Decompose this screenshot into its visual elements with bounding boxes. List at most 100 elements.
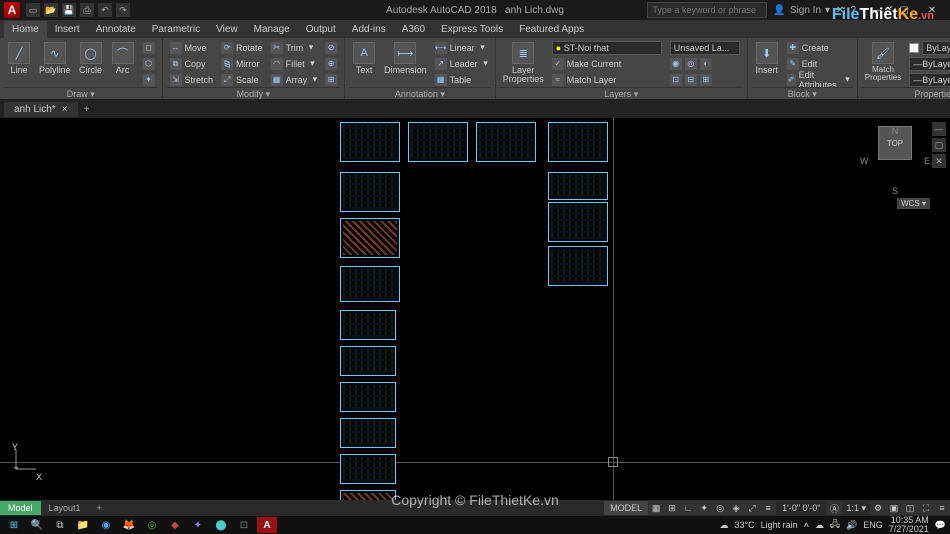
customize-button[interactable]: ≡ xyxy=(934,501,950,515)
app-menu-button[interactable]: A xyxy=(4,2,20,18)
close-button[interactable]: ✕ xyxy=(918,1,946,19)
osnap-toggle[interactable]: ◎ xyxy=(712,501,728,515)
tab-addins[interactable]: Add-ins xyxy=(344,21,394,38)
tray-network-icon[interactable]: 🖧 xyxy=(830,517,840,533)
weather-icon[interactable]: ☁ xyxy=(720,520,729,531)
drawing-sheet[interactable] xyxy=(340,172,400,212)
text-button[interactable]: AText xyxy=(349,40,379,77)
model-tab[interactable]: Model xyxy=(0,501,41,515)
layer-state[interactable]: Unsaved La... xyxy=(667,40,743,55)
grid-toggle[interactable]: ▦ xyxy=(648,501,664,515)
isolate-toggle[interactable]: ◫ xyxy=(902,501,918,515)
save-icon[interactable]: 💾 xyxy=(62,3,76,17)
leader-button[interactable]: ↗Leader ▾ xyxy=(432,56,491,71)
ortho-toggle[interactable]: ∟ xyxy=(680,501,696,515)
draw-ext3[interactable]: ✦ xyxy=(140,72,158,87)
tab-a360[interactable]: A360 xyxy=(394,21,433,38)
drawing-sheet[interactable] xyxy=(340,418,396,448)
annotation-toggle[interactable]: Ⓐ xyxy=(826,501,842,515)
canvas-maximize-icon[interactable]: ▢ xyxy=(932,138,946,152)
stretch-button[interactable]: ⇲Stretch xyxy=(167,72,217,87)
panel-properties-title[interactable]: Properties ▾ xyxy=(862,87,950,101)
drawing-sheet[interactable] xyxy=(340,310,396,340)
tray-chevron-icon[interactable]: ˄ xyxy=(804,520,809,530)
viewcube[interactable]: N S E W TOP xyxy=(860,122,930,196)
cleanscreen-toggle[interactable]: ⛶ xyxy=(918,501,934,515)
tab-view[interactable]: View xyxy=(208,21,246,38)
firefox-icon[interactable]: 🦊 xyxy=(119,517,139,533)
layer-tools-1[interactable]: ◉◎◐ xyxy=(667,56,743,71)
taskbar-search-icon[interactable]: 🔍 xyxy=(27,517,47,533)
drawing-sheet[interactable] xyxy=(548,172,608,200)
drawing-sheet[interactable] xyxy=(476,122,536,162)
file-tab-close-icon[interactable]: × xyxy=(62,104,68,115)
status-scale[interactable]: 1:1 ▾ xyxy=(842,503,870,514)
layer-properties-button[interactable]: ≣Layer Properties xyxy=(500,40,547,86)
color-dropdown[interactable]: ByLayer xyxy=(906,40,950,55)
create-block-button[interactable]: ✚Create xyxy=(784,40,853,55)
layer-tools-2[interactable]: ⊡⊟⊞ xyxy=(667,72,743,87)
mirror-button[interactable]: ⧎Mirror xyxy=(218,56,266,71)
app-icon-4[interactable]: ⊡ xyxy=(234,517,254,533)
polyline-button[interactable]: ∿Polyline xyxy=(36,40,74,77)
array-button[interactable]: ▦Array ▾ xyxy=(268,72,321,87)
file-tab-active[interactable]: anh Lich* × xyxy=(4,102,78,117)
weather-temp[interactable]: 33°C xyxy=(735,520,755,530)
weather-text[interactable]: Light rain xyxy=(761,520,798,530)
help-icon[interactable]: ? xyxy=(850,5,856,16)
layout1-tab[interactable]: Layout1 xyxy=(41,501,89,515)
canvas-close-icon[interactable]: ✕ xyxy=(932,154,946,168)
canvas-minimize-icon[interactable]: — xyxy=(932,122,946,136)
trim-button[interactable]: ✂Trim ▾ xyxy=(268,40,321,55)
saveas-icon[interactable]: ⎙ xyxy=(80,3,94,17)
rotate-button[interactable]: ⟳Rotate xyxy=(218,40,266,55)
viewcube-east[interactable]: E xyxy=(924,156,930,166)
match-layer-button[interactable]: ≈Match Layer xyxy=(549,72,665,87)
modify-ext3[interactable]: ⊞ xyxy=(322,72,340,87)
polar-toggle[interactable]: ✦ xyxy=(696,501,712,515)
drawing-sheet[interactable] xyxy=(548,122,608,162)
panel-annotation-title[interactable]: Annotation ▾ xyxy=(349,87,491,101)
snap-toggle[interactable]: ⊞ xyxy=(664,501,680,515)
task-view-icon[interactable]: ⧉ xyxy=(50,517,70,533)
linetype-dropdown[interactable]: — ByLayer xyxy=(906,72,950,87)
maximize-button[interactable]: ▢ xyxy=(890,1,918,19)
app-icon-3[interactable]: ⬤ xyxy=(211,517,231,533)
linear-button[interactable]: ⟷Linear ▾ xyxy=(432,40,491,55)
drawing-sheet[interactable] xyxy=(340,454,396,484)
layer-dropdown[interactable]: ● ST-Noi that xyxy=(549,40,665,55)
viewcube-south[interactable]: S xyxy=(892,186,898,196)
redo-icon[interactable]: ↷ xyxy=(116,3,130,17)
viewcube-north[interactable]: N xyxy=(892,126,899,136)
autocad-taskbar-icon[interactable]: A xyxy=(257,517,277,533)
tab-express[interactable]: Express Tools xyxy=(433,21,511,38)
drawing-sheet[interactable] xyxy=(340,218,400,258)
drawing-sheet[interactable] xyxy=(340,266,400,302)
tab-manage[interactable]: Manage xyxy=(246,21,298,38)
add-layout-button[interactable]: + xyxy=(89,501,110,515)
draw-ext2[interactable]: ⬡ xyxy=(140,56,158,71)
explorer-icon[interactable]: 📁 xyxy=(73,517,93,533)
tray-volume-icon[interactable]: 🔊 xyxy=(846,520,857,531)
line-button[interactable]: ╱Line xyxy=(4,40,34,77)
move-button[interactable]: ↔Move xyxy=(167,40,217,55)
tab-annotate[interactable]: Annotate xyxy=(88,21,144,38)
wcs-dropdown[interactable]: WCS ▾ xyxy=(897,198,930,209)
viewcube-west[interactable]: W xyxy=(860,156,869,166)
drawing-sheet[interactable] xyxy=(340,382,396,412)
edit-attributes-button[interactable]: ✐Edit Attributes ▾ xyxy=(784,72,853,87)
panel-modify-title[interactable]: Modify ▾ xyxy=(167,87,341,101)
drawing-sheet[interactable] xyxy=(548,202,608,242)
tab-parametric[interactable]: Parametric xyxy=(144,21,208,38)
match-properties-button[interactable]: 🖌Match Properties xyxy=(862,40,904,84)
help-search-input[interactable] xyxy=(647,2,767,18)
start-button[interactable]: ⊞ xyxy=(4,517,24,533)
tab-home[interactable]: Home xyxy=(4,21,47,38)
drawing-sheet[interactable] xyxy=(340,122,400,162)
chrome-icon[interactable]: ◎ xyxy=(142,517,162,533)
open-icon[interactable]: 📂 xyxy=(44,3,58,17)
copy-button[interactable]: ⧉Copy xyxy=(167,56,217,71)
tray-lang[interactable]: ENG xyxy=(863,520,883,530)
lineweight-dropdown[interactable]: — ByLayer xyxy=(906,56,950,71)
table-button[interactable]: ▦Table xyxy=(432,72,491,87)
